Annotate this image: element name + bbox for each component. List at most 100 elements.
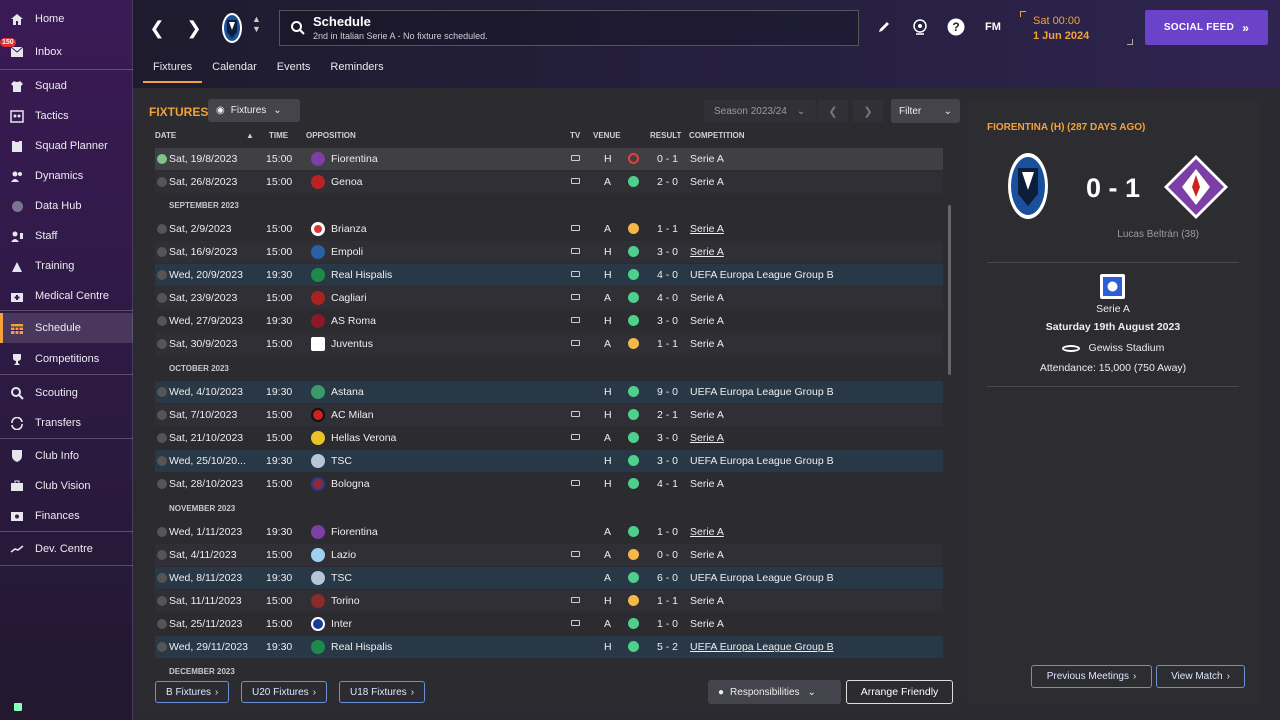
responsibilities-dropdown[interactable]: ● Responsibilities ⌄ bbox=[708, 680, 841, 704]
u20-fixtures-button[interactable]: U20 Fixtures › bbox=[241, 681, 328, 703]
table-row[interactable]: Sat, 25/11/2023 15:00 Inter A 1 - 0 Seri… bbox=[155, 613, 943, 635]
fixture-competition[interactable]: Serie A bbox=[690, 595, 724, 607]
fixture-opposition[interactable]: Astana bbox=[331, 386, 364, 398]
fixture-competition[interactable]: Serie A bbox=[690, 338, 724, 350]
match-ball-icon[interactable] bbox=[910, 17, 930, 37]
sidebar-item-scouting[interactable]: Scouting bbox=[0, 380, 133, 406]
tab-fixtures[interactable]: Fixtures bbox=[143, 57, 203, 83]
b-fixtures-button[interactable]: B Fixtures › bbox=[155, 681, 230, 703]
fixture-opposition[interactable]: Brianza bbox=[331, 223, 367, 235]
sidebar-item-finances[interactable]: Finances bbox=[0, 503, 133, 529]
sidebar-item-dynamics[interactable]: Dynamics bbox=[0, 163, 133, 189]
view-match-button[interactable]: View Match › bbox=[1156, 665, 1245, 688]
sidebar-item-squad-planner[interactable]: Squad Planner bbox=[0, 133, 133, 159]
scrollbar[interactable] bbox=[948, 205, 951, 375]
table-row[interactable]: Sat, 28/10/2023 15:00 Bologna H 4 - 1 Se… bbox=[155, 473, 943, 495]
fixture-opposition[interactable]: Inter bbox=[331, 618, 352, 630]
fixture-result[interactable]: 5 - 2 bbox=[657, 641, 678, 653]
sidebar-item-training[interactable]: Training bbox=[0, 253, 133, 279]
fixture-competition[interactable]: Serie A bbox=[690, 526, 724, 538]
fixture-competition[interactable]: UEFA Europa League Group B bbox=[690, 386, 834, 398]
table-row[interactable]: Sat, 7/10/2023 15:00 AC Milan H 2 - 1 Se… bbox=[155, 404, 943, 426]
tab-events[interactable]: Events bbox=[267, 57, 321, 83]
fixture-competition[interactable]: Serie A bbox=[690, 315, 724, 327]
arrange-friendly-button[interactable]: Arrange Friendly bbox=[846, 680, 953, 704]
fixture-opposition[interactable]: AS Roma bbox=[331, 315, 376, 327]
column-header-result[interactable]: RESULT bbox=[650, 131, 681, 140]
club-switch-icon[interactable]: ▲ ▼ bbox=[252, 14, 261, 34]
fixture-result[interactable]: 0 - 1 bbox=[657, 153, 678, 165]
fixture-result[interactable]: 2 - 1 bbox=[657, 409, 678, 421]
edit-icon[interactable] bbox=[874, 17, 894, 37]
fixture-result[interactable]: 4 - 0 bbox=[657, 292, 678, 304]
next-season-button[interactable]: ❯ bbox=[853, 100, 883, 122]
fixture-opposition[interactable]: Hellas Verona bbox=[331, 432, 396, 444]
sidebar-item-medical-centre[interactable]: Medical Centre bbox=[0, 283, 133, 309]
fixture-result[interactable]: 3 - 0 bbox=[657, 315, 678, 327]
sidebar-item-squad[interactable]: Squad bbox=[0, 73, 133, 99]
fixture-opposition[interactable]: Bologna bbox=[331, 478, 370, 490]
fixture-result[interactable]: 9 - 0 bbox=[657, 386, 678, 398]
fixture-competition[interactable]: Serie A bbox=[690, 432, 724, 444]
fixture-competition[interactable]: Serie A bbox=[690, 549, 724, 561]
fixture-opposition[interactable]: Juventus bbox=[331, 338, 373, 350]
fixture-competition[interactable]: Serie A bbox=[690, 223, 724, 235]
season-selector[interactable]: Season 2023/24 ⌄ bbox=[704, 100, 816, 122]
column-header-date[interactable]: DATE bbox=[155, 131, 176, 140]
fixture-competition[interactable]: UEFA Europa League Group B bbox=[690, 641, 834, 653]
fixture-competition[interactable]: UEFA Europa League Group B bbox=[690, 572, 834, 584]
table-row[interactable]: Wed, 8/11/2023 19:30 TSC A 6 - 0 UEFA Eu… bbox=[155, 567, 943, 589]
fixture-opposition[interactable]: TSC bbox=[331, 455, 352, 467]
previous-meetings-button[interactable]: Previous Meetings › bbox=[1031, 665, 1152, 688]
fixtures-view-dropdown[interactable]: ◉ Fixtures ⌄ bbox=[208, 99, 300, 122]
column-header-time[interactable]: TIME bbox=[269, 131, 288, 140]
fixture-opposition[interactable]: Fiorentina bbox=[331, 153, 378, 165]
fiorentina-crest-icon[interactable] bbox=[1162, 153, 1230, 224]
table-row[interactable]: Wed, 20/9/2023 19:30 Real Hispalis H 4 -… bbox=[155, 264, 943, 286]
help-icon[interactable]: ? bbox=[946, 17, 966, 37]
back-button[interactable]: ❮ bbox=[145, 14, 169, 42]
fixture-opposition[interactable]: Cagliari bbox=[331, 292, 367, 304]
column-header-tv[interactable]: TV bbox=[570, 131, 580, 140]
fixture-result[interactable]: 2 - 0 bbox=[657, 176, 678, 188]
table-row[interactable]: Sat, 30/9/2023 15:00 Juventus A 1 - 1 Se… bbox=[155, 333, 943, 355]
fixture-result[interactable]: 1 - 0 bbox=[657, 618, 678, 630]
match-summary-title[interactable]: FIORENTINA (H) (287 DAYS AGO) bbox=[987, 122, 1145, 133]
sidebar-item-data-hub[interactable]: Data Hub bbox=[0, 193, 133, 219]
sidebar-item-tactics[interactable]: Tactics bbox=[0, 103, 133, 129]
table-row[interactable]: Sat, 16/9/2023 15:00 Empoli H 3 - 0 Seri… bbox=[155, 241, 943, 263]
fixture-result[interactable]: 3 - 0 bbox=[657, 432, 678, 444]
fixture-result[interactable]: 3 - 0 bbox=[657, 455, 678, 467]
fixture-competition[interactable]: Serie A bbox=[690, 409, 724, 421]
u18-fixtures-button[interactable]: U18 Fixtures › bbox=[339, 681, 426, 703]
fixture-opposition[interactable]: Torino bbox=[331, 595, 360, 607]
table-row[interactable]: Wed, 4/10/2023 19:30 Astana H 9 - 0 UEFA… bbox=[155, 381, 943, 403]
sidebar-item-home[interactable]: Home bbox=[0, 6, 133, 32]
fixture-competition[interactable]: Serie A bbox=[690, 618, 724, 630]
fixture-competition[interactable]: Serie A bbox=[690, 478, 724, 490]
fixture-competition[interactable]: UEFA Europa League Group B bbox=[690, 455, 834, 467]
table-row[interactable]: Wed, 27/9/2023 19:30 AS Roma H 3 - 0 Ser… bbox=[155, 310, 943, 332]
fixture-result[interactable]: 1 - 0 bbox=[657, 526, 678, 538]
fixture-result[interactable]: 4 - 0 bbox=[657, 269, 678, 281]
status-icon[interactable] bbox=[14, 703, 22, 711]
fixture-opposition[interactable]: Fiorentina bbox=[331, 526, 378, 538]
table-row[interactable]: Sat, 19/8/2023 15:00 Fiorentina H 0 - 1 … bbox=[155, 148, 943, 170]
fixture-competition[interactable]: Serie A bbox=[690, 246, 724, 258]
sidebar-item-staff[interactable]: Staff bbox=[0, 223, 133, 249]
fixture-opposition[interactable]: Real Hispalis bbox=[331, 269, 392, 281]
sidebar-item-transfers[interactable]: Transfers bbox=[0, 410, 133, 436]
fixture-competition[interactable]: Serie A bbox=[690, 176, 724, 188]
sidebar-item-dev-centre[interactable]: Dev. Centre bbox=[0, 536, 133, 562]
fixture-result[interactable]: 6 - 0 bbox=[657, 572, 678, 584]
fixture-competition[interactable]: Serie A bbox=[690, 153, 724, 165]
club-crest-icon[interactable] bbox=[221, 12, 243, 44]
tab-calendar[interactable]: Calendar bbox=[202, 57, 267, 83]
fixture-result[interactable]: 1 - 1 bbox=[657, 223, 678, 235]
table-row[interactable]: Wed, 1/11/2023 19:30 Fiorentina A 1 - 0 … bbox=[155, 521, 943, 543]
fixture-opposition[interactable]: AC Milan bbox=[331, 409, 374, 421]
table-row[interactable]: Wed, 25/10/20... 19:30 TSC H 3 - 0 UEFA … bbox=[155, 450, 943, 472]
fm-menu-button[interactable]: FM bbox=[982, 17, 1004, 37]
match-competition[interactable]: Serie A bbox=[967, 303, 1259, 315]
fixture-result[interactable]: 1 - 1 bbox=[657, 338, 678, 350]
